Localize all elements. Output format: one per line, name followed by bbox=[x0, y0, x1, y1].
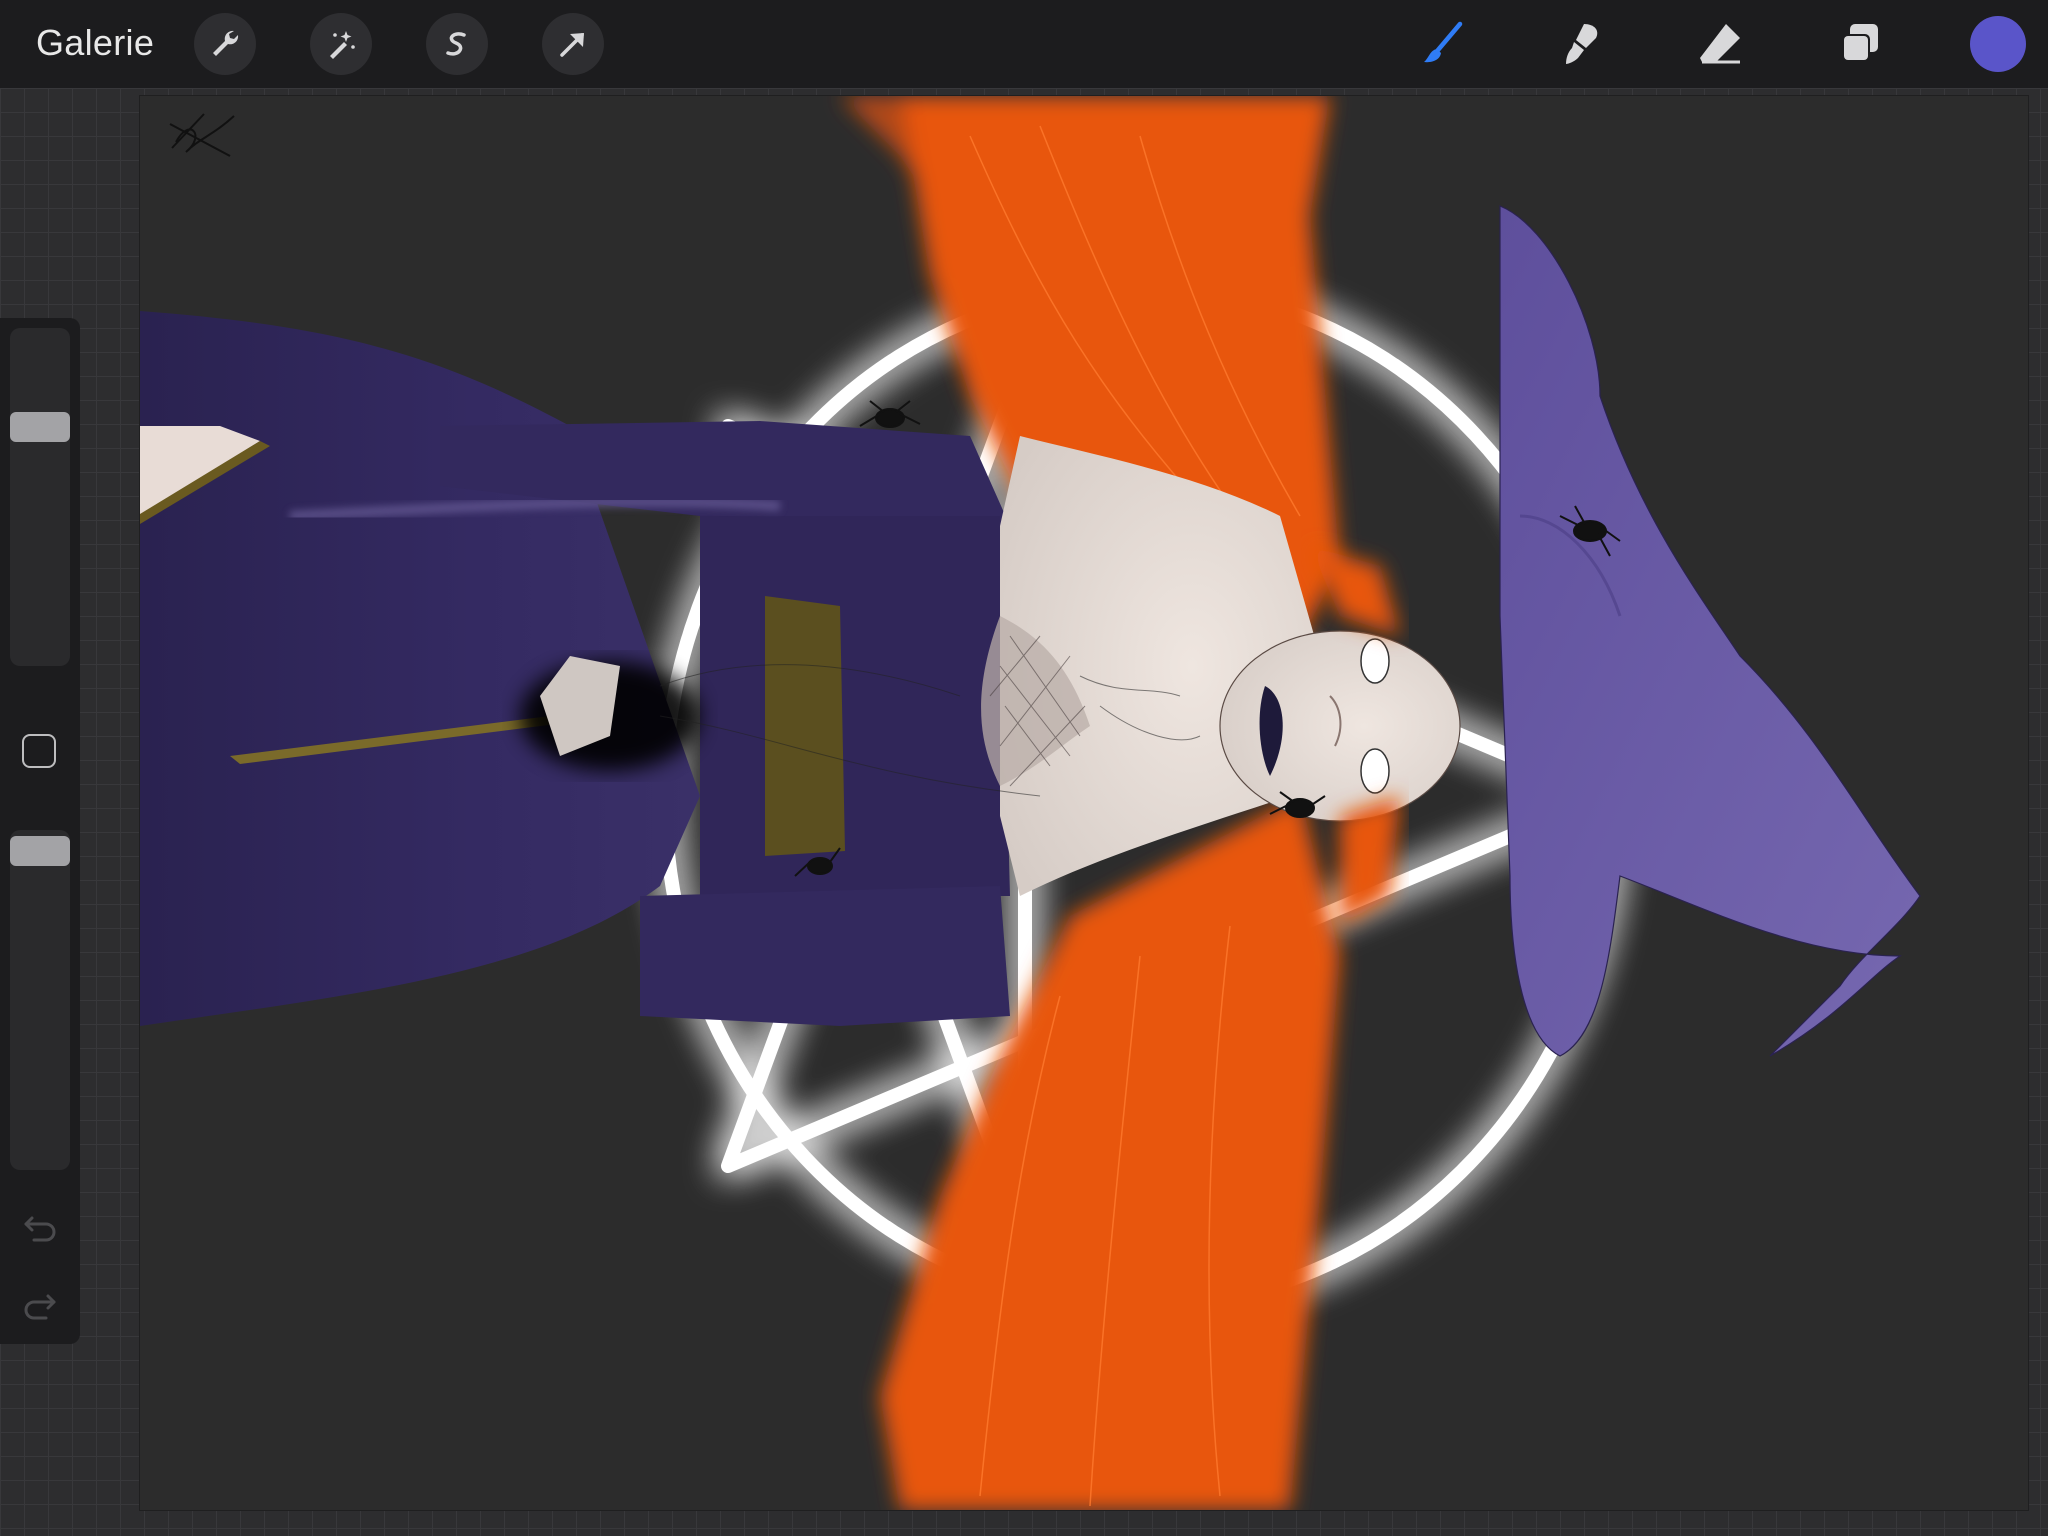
layers-button[interactable] bbox=[1830, 14, 1890, 74]
selection-button[interactable] bbox=[426, 13, 488, 75]
brush-size-slider-thumb[interactable] bbox=[10, 412, 70, 442]
redo-icon[interactable] bbox=[20, 1284, 60, 1324]
brush-size-slider[interactable] bbox=[10, 328, 70, 666]
opacity-slider[interactable] bbox=[10, 830, 70, 1170]
adjustments-button[interactable] bbox=[310, 13, 372, 75]
opacity-slider-thumb[interactable] bbox=[10, 836, 70, 866]
transform-arrow-icon bbox=[560, 33, 584, 57]
actions-button[interactable] bbox=[194, 13, 256, 75]
eraser-tool-button[interactable] bbox=[1690, 14, 1750, 74]
drawing-canvas[interactable] bbox=[140, 96, 2028, 1510]
undo-icon[interactable] bbox=[20, 1206, 60, 1246]
brush-icon bbox=[1424, 21, 1463, 63]
color-picker-button[interactable] bbox=[1970, 16, 2026, 72]
modify-button[interactable] bbox=[22, 734, 56, 768]
wrench-icon bbox=[213, 30, 239, 56]
left-sidebar bbox=[0, 318, 80, 1344]
transform-button[interactable] bbox=[542, 13, 604, 75]
smudge-tool-button[interactable] bbox=[1550, 14, 1610, 74]
top-toolbar: Galerie bbox=[0, 0, 2048, 88]
layers-icon bbox=[1842, 24, 1878, 62]
magic-wand-icon bbox=[330, 31, 355, 59]
signature bbox=[169, 113, 235, 157]
gallery-button[interactable]: Galerie bbox=[36, 22, 154, 64]
smudge-icon bbox=[1566, 24, 1598, 64]
selection-s-icon bbox=[446, 32, 466, 56]
brush-tool-button[interactable] bbox=[1412, 14, 1472, 74]
eraser-icon bbox=[1700, 24, 1740, 64]
witch-artwork bbox=[140, 96, 1921, 1510]
